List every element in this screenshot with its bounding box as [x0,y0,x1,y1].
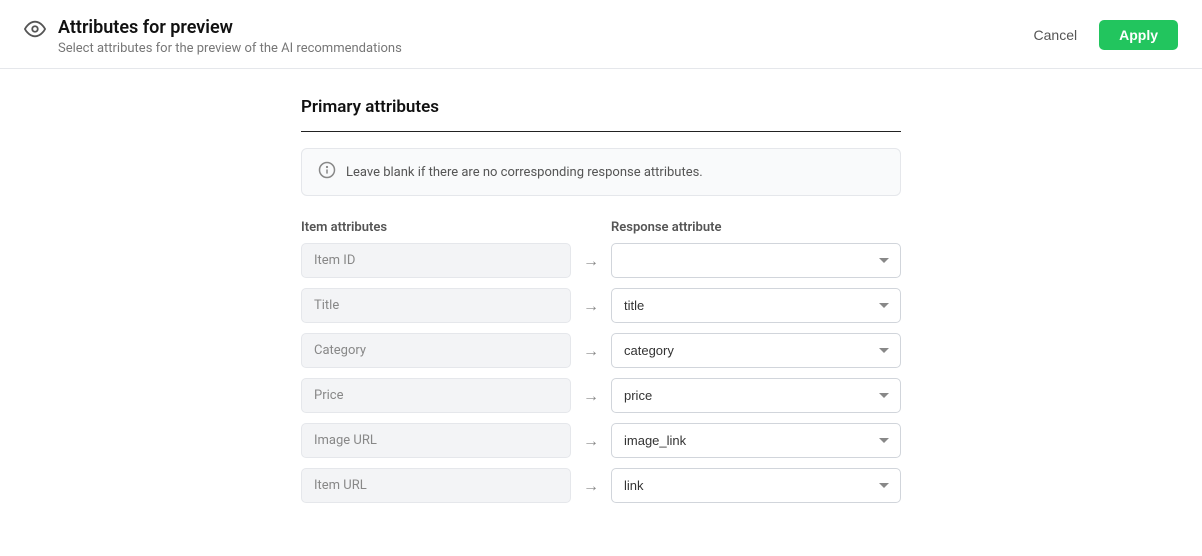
attribute-row: Image URL→titlecategorypriceimage_linkli… [301,423,901,458]
attributes-header: Item attributes Response attribute [301,220,901,235]
attribute-row: Item URL→titlecategorypriceimage_linklin… [301,468,901,503]
page-subtitle: Select attributes for the preview of the… [58,41,402,56]
main-content: Primary attributes Leave blank if there … [0,69,1202,541]
response-attribute-select[interactable]: titlecategorypriceimage_linklinkiddescri… [611,243,901,278]
item-attribute-field: Item ID [301,243,571,278]
arrow-icon: → [571,341,611,361]
section-divider [301,131,901,132]
header-actions: Cancel Apply [1022,20,1178,50]
info-icon [318,161,336,183]
apply-button[interactable]: Apply [1099,20,1178,50]
eye-icon [24,18,46,44]
attribute-row: Item ID→titlecategorypriceimage_linklink… [301,243,901,278]
arrow-icon: → [571,296,611,316]
attribute-row: Price→titlecategorypriceimage_linklinkid… [301,378,901,413]
response-attribute-select[interactable]: titlecategorypriceimage_linklinkiddescri… [611,423,901,458]
arrow-icon: → [571,386,611,406]
page-title: Attributes for preview [58,16,402,39]
cancel-button[interactable]: Cancel [1022,21,1090,49]
col-response-attribute-label: Response attribute [611,220,901,235]
arrow-icon: → [571,476,611,496]
item-attribute-field: Price [301,378,571,413]
header-title-group: Attributes for preview Select attributes… [58,16,402,56]
header-left: Attributes for preview Select attributes… [24,16,402,56]
item-attribute-field: Title [301,288,571,323]
section-title: Primary attributes [301,97,901,117]
item-attribute-field: Category [301,333,571,368]
item-attribute-field: Item URL [301,468,571,503]
primary-attributes-section: Primary attributes Leave blank if there … [301,97,901,513]
response-attribute-select[interactable]: titlecategorypriceimage_linklinkiddescri… [611,288,901,323]
response-attribute-select[interactable]: titlecategorypriceimage_linklinkiddescri… [611,378,901,413]
attribute-row: Category→titlecategorypriceimage_linklin… [301,333,901,368]
info-message: Leave blank if there are no correspondin… [346,165,703,180]
col-item-attributes-label: Item attributes [301,220,571,235]
attribute-rows-container: Item ID→titlecategorypriceimage_linklink… [301,243,901,503]
item-attribute-field: Image URL [301,423,571,458]
arrow-icon: → [571,251,611,271]
response-attribute-select[interactable]: titlecategorypriceimage_linklinkiddescri… [611,333,901,368]
page-header: Attributes for preview Select attributes… [0,0,1202,69]
attribute-row: Title→titlecategorypriceimage_linklinkid… [301,288,901,323]
info-box: Leave blank if there are no correspondin… [301,148,901,196]
response-attribute-select[interactable]: titlecategorypriceimage_linklinkiddescri… [611,468,901,503]
arrow-icon: → [571,431,611,451]
